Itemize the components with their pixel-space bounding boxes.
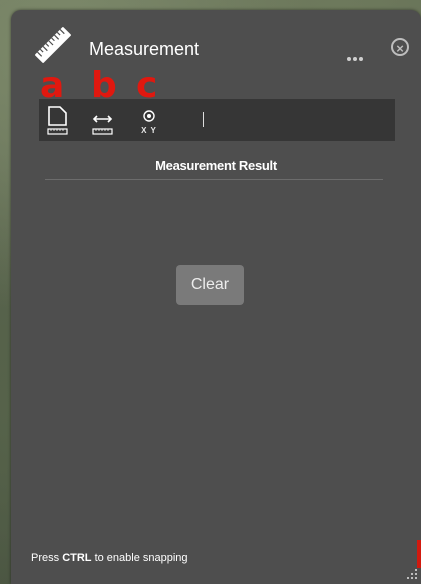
snapping-hint: Press CTRL to enable snapping [31, 552, 188, 564]
hint-suffix: to enable snapping [91, 552, 188, 564]
toolbar-separator [203, 112, 204, 127]
location-tool-button[interactable]: X Y [140, 105, 158, 137]
resize-handle-icon[interactable] [404, 566, 418, 580]
distance-tool-button[interactable] [91, 105, 115, 137]
measurement-widget: Measurement × a b c X Y Measurement Resu… [11, 10, 421, 584]
xy-label: X Y [141, 126, 157, 135]
result-divider [45, 179, 383, 180]
red-marker [417, 540, 421, 568]
ruler-icon [35, 27, 71, 63]
area-tool-button[interactable] [46, 105, 70, 137]
area-measure-icon [47, 106, 68, 135]
widget-header[interactable]: Measurement × [11, 10, 421, 88]
close-icon[interactable]: × [391, 38, 409, 56]
clear-button[interactable]: Clear [176, 265, 244, 305]
hint-key: CTRL [62, 552, 92, 564]
measurement-toolbar: X Y [39, 99, 395, 141]
distance-measure-icon [92, 115, 113, 135]
ellipsis-icon[interactable] [347, 48, 369, 61]
widget-title: Measurement [89, 39, 200, 59]
location-icon [143, 110, 155, 122]
result-title: Measurement Result [155, 158, 277, 173]
hint-prefix: Press [31, 552, 63, 564]
